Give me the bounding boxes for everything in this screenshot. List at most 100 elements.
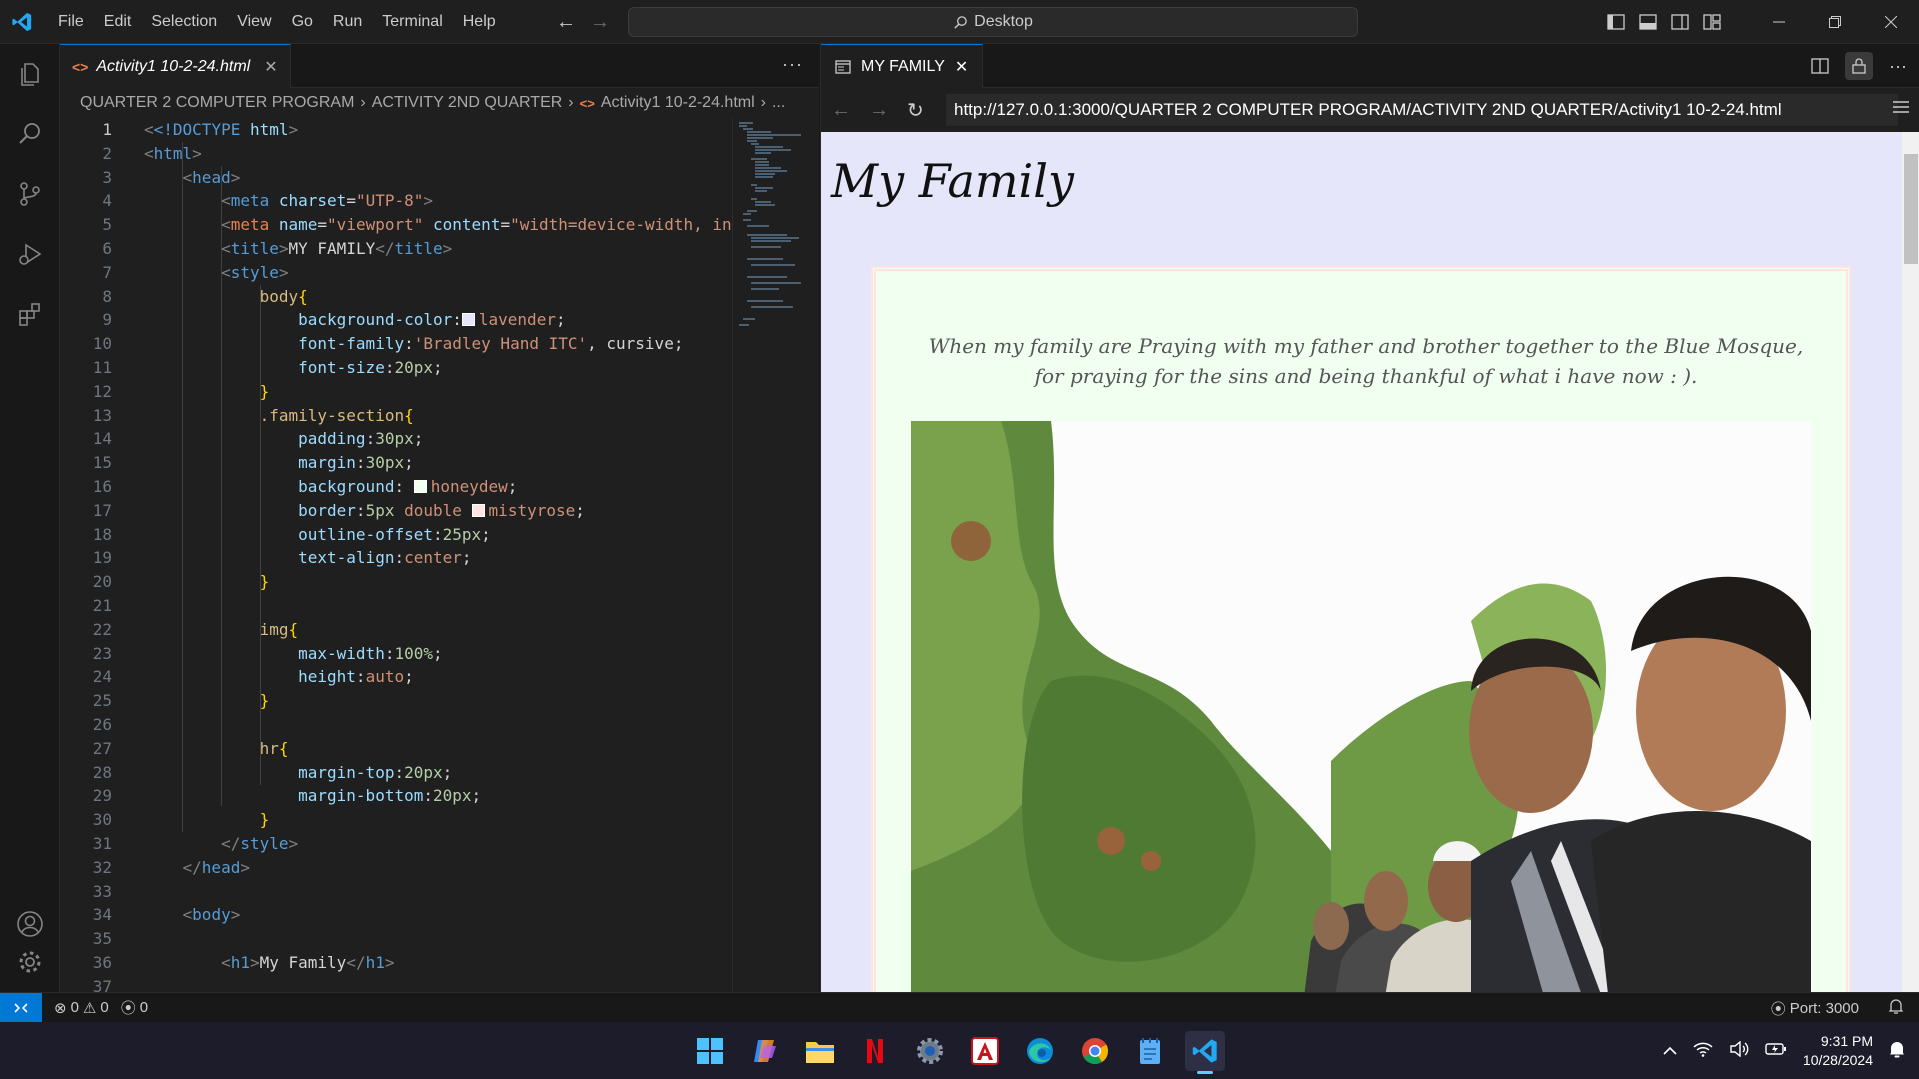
reload-icon[interactable]: ↻: [907, 98, 924, 123]
code-token: max-width: [298, 643, 385, 663]
line-number: 19: [92, 548, 112, 568]
remote-icon: [14, 1002, 28, 1013]
copilot-icon[interactable]: [745, 1031, 785, 1071]
port-label: Port: 3000: [1789, 999, 1859, 1017]
browser-tab-label: MY FAMILY: [861, 57, 945, 75]
menu-view[interactable]: View: [227, 0, 281, 44]
browser-page-icon: [835, 59, 851, 74]
explorer-icon[interactable]: [0, 44, 60, 104]
remote-indicator[interactable]: [0, 992, 42, 1023]
search-icon[interactable]: [0, 104, 60, 164]
file-explorer-icon[interactable]: [800, 1031, 840, 1071]
minimap[interactable]: [732, 118, 804, 992]
menu-run[interactable]: Run: [323, 0, 372, 44]
warning-icon: ⚠: [82, 999, 97, 1017]
family-caption: When my family are Praying with my fathe…: [928, 334, 1804, 388]
breadcrumb-folder[interactable]: QUARTER 2 COMPUTER PROGRAM: [80, 94, 354, 112]
battery-icon[interactable]: [1765, 1042, 1787, 1059]
bell-icon[interactable]: [1888, 998, 1904, 1018]
source-control-icon[interactable]: [0, 164, 60, 224]
edge-browser-icon[interactable]: [1020, 1031, 1060, 1071]
forward-arrow-icon[interactable]: →: [869, 99, 889, 122]
breadcrumb-symbol[interactable]: ...: [772, 94, 785, 112]
menu-edit[interactable]: Edit: [94, 0, 142, 44]
command-center[interactable]: Desktop: [628, 7, 1358, 37]
code-token: "width=device-width, in: [510, 215, 732, 235]
restore-button[interactable]: [1807, 0, 1863, 44]
color-swatch[interactable]: [461, 313, 475, 327]
chevron-up-icon[interactable]: [1663, 1043, 1677, 1059]
notification-bell-icon[interactable]: [1889, 1040, 1905, 1061]
vscode-taskbar-icon[interactable]: [1185, 1030, 1225, 1074]
manage-gear-icon[interactable]: [0, 932, 60, 992]
close-icon: [1885, 16, 1897, 28]
html-file-icon: <>: [579, 95, 595, 111]
color-swatch[interactable]: [471, 503, 485, 517]
split-editor-icon[interactable]: [1811, 58, 1829, 74]
line-number: 26: [92, 714, 112, 734]
menu-help[interactable]: Help: [453, 0, 506, 44]
toggle-secondary-sidebar-icon[interactable]: [1671, 14, 1689, 30]
breadcrumb-subfolder[interactable]: ACTIVITY 2ND QUARTER: [372, 94, 563, 112]
run-and-debug-icon[interactable]: [0, 224, 60, 284]
ports-indicator[interactable]: ⦿ 0: [121, 997, 148, 1018]
close-tab-icon[interactable]: ✕: [955, 57, 968, 77]
code-token: 'Bradley Hand ITC': [413, 334, 588, 354]
code-editor[interactable]: 1 <<!DOCTYPE html> 2 <html> 3 <head> 4 <me…: [60, 118, 732, 992]
more-actions-icon[interactable]: ···: [1889, 56, 1907, 77]
hamburger-menu-icon[interactable]: [1893, 100, 1909, 114]
toggle-panel-icon[interactable]: [1639, 14, 1657, 30]
line-number: 6: [102, 238, 112, 258]
volume-icon[interactable]: [1729, 1040, 1749, 1060]
tab-my-family[interactable]: MY FAMILY ✕: [821, 44, 984, 88]
scrollbar-thumb[interactable]: [1904, 154, 1918, 264]
menu-selection[interactable]: Selection: [141, 0, 227, 44]
wifi-icon[interactable]: [1693, 1041, 1713, 1060]
acrobat-icon[interactable]: [965, 1031, 1005, 1071]
color-swatch[interactable]: [413, 479, 427, 493]
clock[interactable]: 9:31 PM 10/28/2024: [1803, 1032, 1873, 1070]
close-tab-icon[interactable]: ✕: [264, 57, 277, 77]
notepad-icon[interactable]: [1130, 1031, 1170, 1071]
line-number: 31: [92, 833, 112, 853]
code-token: content: [433, 215, 501, 235]
vertical-scrollbar[interactable]: [1902, 132, 1919, 992]
page-viewport[interactable]: My Family When my family are Praying wit…: [821, 132, 1919, 992]
problems-indicator[interactable]: ⊗ 0 ⚠ 0: [54, 999, 109, 1017]
code-token: 20px: [433, 786, 472, 806]
line-number: 10: [92, 334, 112, 354]
close-button[interactable]: [1863, 0, 1919, 44]
editor-tabs: <> Activity1 10-2-24.html ✕ ···: [60, 44, 819, 88]
code-token: <!DOCTYPE: [153, 120, 241, 139]
simple-browser-pane: MY FAMILY ✕ ··· ← → ↻ http://127.0.0.1:3…: [820, 44, 1919, 992]
code-token: .family-section: [259, 405, 405, 425]
lock-group-button[interactable]: [1845, 52, 1874, 80]
toggle-primary-sidebar-icon[interactable]: [1607, 14, 1625, 30]
url-input[interactable]: http://127.0.0.1:3000/QUARTER 2 COMPUTER…: [946, 94, 1898, 126]
customize-layout-icon[interactable]: [1703, 14, 1721, 30]
breadcrumb: QUARTER 2 COMPUTER PROGRAM › ACTIVITY 2N…: [60, 88, 819, 118]
forward-arrow-icon[interactable]: →: [590, 11, 610, 34]
error-count: 0: [70, 999, 79, 1016]
back-arrow-icon[interactable]: ←: [831, 99, 851, 122]
line-number: 24: [92, 667, 112, 687]
more-actions-icon[interactable]: ···: [782, 54, 803, 75]
netflix-icon[interactable]: [855, 1031, 895, 1071]
menu-file[interactable]: File: [48, 0, 94, 44]
tab-activity1[interactable]: <> Activity1 10-2-24.html ✕: [60, 44, 291, 88]
menu-terminal[interactable]: Terminal: [372, 0, 452, 44]
breadcrumb-file[interactable]: Activity1 10-2-24.html: [601, 94, 755, 112]
minimize-button[interactable]: [1751, 0, 1807, 44]
error-icon: ⊗: [54, 999, 67, 1017]
live-server-port[interactable]: ⦿ Port: 3000: [1771, 998, 1859, 1019]
broadcast-icon: ⦿: [1770, 1000, 1786, 1018]
back-arrow-icon[interactable]: ←: [556, 11, 576, 34]
start-windows-icon[interactable]: [690, 1031, 730, 1071]
code-token: name: [278, 215, 318, 235]
lock-icon: [1852, 58, 1866, 74]
settings-icon[interactable]: [910, 1031, 950, 1071]
menu-go[interactable]: Go: [282, 0, 323, 44]
chrome-icon[interactable]: [1075, 1031, 1115, 1071]
line-number: 27: [92, 738, 112, 758]
extensions-icon[interactable]: [0, 284, 60, 344]
